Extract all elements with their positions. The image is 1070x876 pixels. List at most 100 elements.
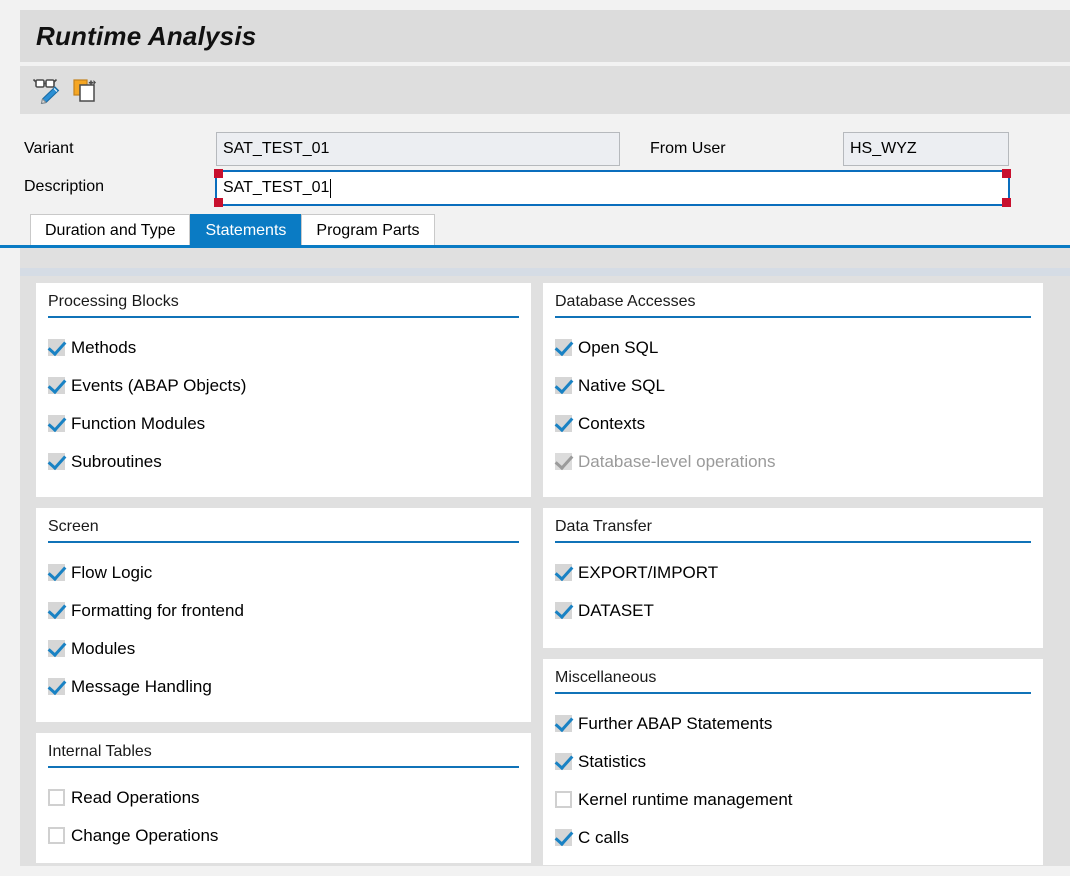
checkbox-label: Database-level operations (578, 451, 776, 471)
panel-miscellaneous: Miscellaneous Further ABAP Statements Stat… (543, 659, 1043, 865)
checkbox-row[interactable]: Subroutines (48, 442, 519, 480)
panel-title: Screen (48, 518, 519, 543)
content-divider (20, 268, 1070, 276)
checkbox-subroutines-icon[interactable] (48, 452, 65, 470)
variant-value: SAT_TEST_01 (223, 140, 330, 157)
checkbox-label: Message Handling (71, 676, 212, 696)
checkbox-read-operations-icon[interactable] (48, 788, 65, 806)
checkbox-dataset-icon[interactable] (555, 601, 572, 619)
window-title-bar: Runtime Analysis (20, 10, 1070, 62)
checkbox-row[interactable]: Native SQL (555, 366, 1031, 404)
checkbox-row[interactable]: C calls (555, 818, 1031, 856)
display-change-icon[interactable] (30, 73, 64, 107)
checkbox-label: Statistics (578, 751, 647, 771)
description-value: SAT_TEST_01 (223, 179, 330, 196)
toolbar (20, 66, 1070, 114)
checkbox-row[interactable]: Methods (48, 328, 519, 366)
checkbox-open-sql-icon[interactable] (555, 338, 572, 356)
description-field-wrapper: SAT_TEST_01 (214, 169, 1011, 207)
checkbox-row: Database-level operations (555, 442, 1031, 480)
checkbox-row[interactable]: Events (ABAP Objects) (48, 366, 519, 404)
panel-title: Processing Blocks (48, 293, 519, 318)
checkbox-label: Modules (71, 638, 136, 658)
checkbox-row[interactable]: Open SQL (555, 328, 1031, 366)
checkbox-label: Read Operations (71, 787, 200, 807)
checkbox-export-import-icon[interactable] (555, 563, 572, 581)
description-label: Description (24, 178, 105, 195)
tab-strip: Duration and Type Statements Program Parts (0, 212, 1070, 246)
checkbox-row[interactable]: Message Handling (48, 667, 519, 705)
checkbox-formatting-for-frontend-icon[interactable] (48, 601, 65, 619)
tab-program-parts[interactable]: Program Parts (301, 214, 435, 246)
checkbox-message-handling-icon[interactable] (48, 677, 65, 695)
checkbox-row[interactable]: Change Operations (48, 816, 519, 854)
checkbox-label: Kernel runtime management (578, 789, 793, 809)
checkbox-native-sql-icon[interactable] (555, 376, 572, 394)
checkbox-label: Subroutines (71, 451, 162, 471)
description-row: Description SAT_TEST_01 (0, 169, 1070, 207)
checkbox-function-modules-icon[interactable] (48, 414, 65, 432)
checkbox-row[interactable]: Contexts (555, 404, 1031, 442)
tab-label: Duration and Type (45, 221, 176, 239)
from-user-value: HS_WYZ (850, 140, 917, 157)
checkbox-flow-logic-icon[interactable] (48, 563, 65, 581)
panel-database-accesses: Database Accesses Open SQL Native SQL Conte… (543, 283, 1043, 497)
focus-corner-top-right (1002, 169, 1011, 178)
checkbox-statistics-icon[interactable] (555, 752, 572, 770)
checkbox-methods-icon[interactable] (48, 338, 65, 356)
checkbox-change-operations-icon[interactable] (48, 826, 65, 844)
checkbox-kernel-runtime-management-icon[interactable] (555, 790, 572, 808)
page-title: Runtime Analysis (36, 20, 257, 51)
tab-label: Statements (205, 221, 287, 239)
checkbox-row[interactable]: Function Modules (48, 404, 519, 442)
checkbox-label: C calls (578, 827, 630, 847)
text-cursor (330, 178, 332, 198)
panel-processing-blocks: Processing Blocks Methods Events (ABAP Obj… (36, 283, 531, 497)
left-column: Processing Blocks Methods Events (ABAP Obj… (36, 283, 531, 874)
checkbox-label: Methods (71, 337, 137, 357)
checkbox-further-abap-statements-icon[interactable] (555, 714, 572, 732)
checkbox-row[interactable]: Kernel runtime management (555, 780, 1031, 818)
checkbox-row[interactable]: Read Operations (48, 778, 519, 816)
checkbox-row[interactable]: Further ABAP Statements (555, 704, 1031, 742)
checkbox-label: Native SQL (578, 375, 665, 395)
panel-title: Miscellaneous (555, 669, 1031, 694)
checkbox-row[interactable]: Flow Logic (48, 553, 519, 591)
panel-internal-tables: Internal Tables Read Operations Change Ope… (36, 733, 531, 863)
checkbox-row[interactable]: Statistics (555, 742, 1031, 780)
checkbox-label: EXPORT/IMPORT (578, 562, 719, 582)
checkbox-label: Flow Logic (71, 562, 153, 582)
checkbox-database-level-operations-icon (555, 452, 572, 470)
checkbox-modules-icon[interactable] (48, 639, 65, 657)
checkbox-contexts-icon[interactable] (555, 414, 572, 432)
panel-title: Data Transfer (555, 518, 1031, 543)
checkbox-c-calls-icon[interactable] (555, 828, 572, 846)
variant-label: Variant (24, 140, 74, 157)
panel-data-transfer: Data Transfer EXPORT/IMPORT DATASET (543, 508, 1043, 648)
panel-title: Internal Tables (48, 743, 519, 768)
copy-icon[interactable] (68, 73, 102, 107)
checkbox-label: Formatting for frontend (71, 600, 244, 620)
tab-list: Duration and Type Statements Program Parts (30, 212, 435, 246)
variant-form: Variant SAT_TEST_01 From User HS_WYZ Des… (0, 114, 1070, 210)
statements-content: Processing Blocks Methods Events (ABAP Obj… (20, 248, 1070, 866)
tab-statements[interactable]: Statements (190, 214, 302, 246)
variant-row: Variant SAT_TEST_01 From User HS_WYZ (0, 132, 1070, 166)
checkbox-row[interactable]: Modules (48, 629, 519, 667)
checkbox-label: Open SQL (578, 337, 659, 357)
checkbox-events-abap-objects--icon[interactable] (48, 376, 65, 394)
from-user-field[interactable]: HS_WYZ (843, 132, 1009, 166)
checkbox-row[interactable]: EXPORT/IMPORT (555, 553, 1031, 591)
description-input[interactable]: SAT_TEST_01 (215, 170, 1010, 206)
from-user-label: From User (650, 140, 726, 157)
panel-title: Database Accesses (555, 293, 1031, 318)
panel-screen: Screen Flow Logic Formatting for frontend M… (36, 508, 531, 722)
checkbox-label: Change Operations (71, 825, 219, 845)
checkbox-row[interactable]: Formatting for frontend (48, 591, 519, 629)
variant-field[interactable]: SAT_TEST_01 (216, 132, 620, 166)
checkbox-row[interactable]: DATASET (555, 591, 1031, 629)
tab-duration-and-type[interactable]: Duration and Type (30, 214, 191, 246)
focus-corner-bottom-right (1002, 198, 1011, 207)
checkbox-label: Further ABAP Statements (578, 713, 773, 733)
tab-label: Program Parts (316, 221, 420, 239)
